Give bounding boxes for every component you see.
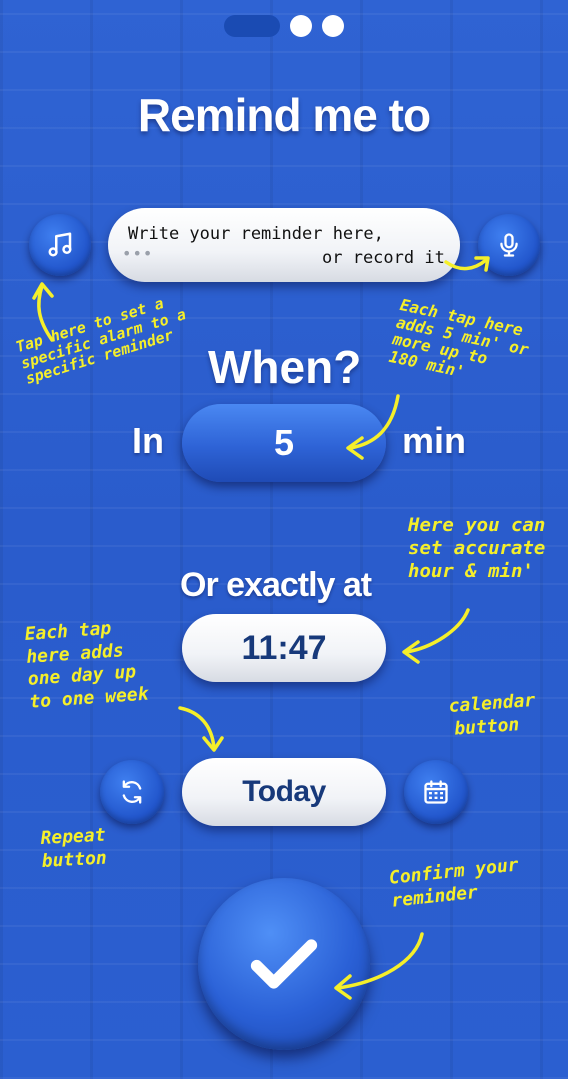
day-button[interactable]: Today bbox=[182, 758, 386, 826]
page-indicator bbox=[224, 14, 344, 38]
repeat-button[interactable] bbox=[100, 760, 164, 824]
min-label: min bbox=[402, 420, 467, 461]
arrow-to-day bbox=[178, 706, 216, 750]
checkmark-icon bbox=[250, 939, 318, 989]
page-dot[interactable] bbox=[290, 15, 312, 37]
time-button[interactable]: 11:47 bbox=[182, 614, 386, 682]
alarm-sound-button[interactable] bbox=[29, 214, 91, 276]
minutes-button[interactable]: 5 bbox=[182, 404, 386, 482]
page-dot[interactable] bbox=[322, 15, 344, 37]
minutes-annotation: Each tap here adds 5 min' or more up to … bbox=[387, 295, 531, 382]
repeat-annotation: Repeat button bbox=[40, 824, 108, 872]
arrow-to-time bbox=[404, 608, 470, 654]
input-ellipsis: ••• bbox=[122, 244, 154, 263]
in-label: In bbox=[132, 420, 164, 461]
record-button[interactable] bbox=[478, 214, 540, 276]
when-heading: When? bbox=[208, 341, 362, 393]
music-note-icon bbox=[48, 232, 72, 257]
reminder-placeholder-line2: or record it bbox=[322, 248, 445, 268]
repeat-icon bbox=[122, 780, 142, 804]
alarm-annotation: Tap here to set a specific alarm to a sp… bbox=[13, 294, 188, 388]
day-annotation: Each tap here adds one day up to one wee… bbox=[24, 617, 150, 713]
microphone-icon bbox=[500, 233, 518, 257]
calendar-annotation: calendar button bbox=[448, 689, 536, 740]
page-title: Remind me to bbox=[137, 89, 431, 141]
reminder-input[interactable] bbox=[108, 208, 460, 282]
confirm-annotation: Confirm your reminder bbox=[388, 854, 520, 912]
page-dot-active[interactable] bbox=[224, 15, 280, 37]
confirm-button[interactable] bbox=[198, 878, 370, 1050]
hour-annotation: Here you can set accurate hour & min' bbox=[408, 514, 546, 582]
calendar-icon bbox=[424, 780, 448, 804]
reminder-placeholder-line1: Write your reminder here, bbox=[128, 224, 384, 244]
exact-time-heading: Or exactly at bbox=[180, 566, 372, 604]
calendar-button[interactable] bbox=[404, 760, 468, 824]
